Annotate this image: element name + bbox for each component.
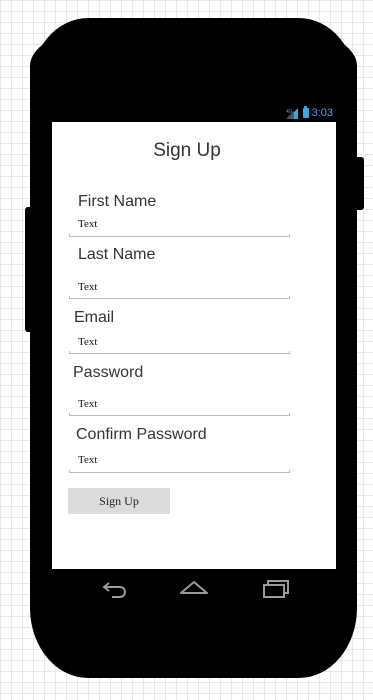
last-name-underline [69, 296, 290, 299]
phone-screen: 4G 3:03 Sign Up First Name Text Last Nam… [52, 104, 336, 569]
back-icon[interactable] [100, 577, 130, 599]
first-name-underline [69, 234, 290, 237]
page-title: Sign Up [153, 140, 221, 161]
email-label: Email [74, 309, 115, 326]
status-time: 3:03 [311, 107, 333, 119]
recents-icon[interactable] [260, 577, 290, 599]
first-name-input[interactable]: Text [78, 218, 97, 230]
last-name-label: Last Name [78, 246, 156, 263]
first-name-label: First Name [78, 193, 157, 210]
email-input[interactable]: Text [78, 336, 97, 348]
navigation-bar [52, 569, 336, 609]
wireframe-canvas: 4G 3:03 Sign Up First Name Text Last Nam… [0, 0, 373, 700]
power-button [356, 157, 364, 210]
home-icon[interactable] [179, 577, 209, 599]
svg-text:4G: 4G [286, 109, 293, 115]
sign-up-button[interactable]: Sign Up [68, 488, 170, 514]
password-input[interactable]: Text [78, 398, 97, 410]
password-label: Password [73, 364, 144, 381]
confirm-password-label: Confirm Password [76, 426, 207, 443]
confirm-password-underline [69, 470, 290, 473]
confirm-password-input[interactable]: Text [78, 454, 97, 466]
email-underline [69, 351, 290, 354]
status-icons: 4G 3:03 [285, 106, 333, 119]
volume-button [25, 207, 32, 332]
last-name-input[interactable]: Text [78, 281, 97, 293]
password-underline [69, 413, 290, 416]
battery-icon [302, 106, 309, 118]
signal-icon: 4G [285, 107, 298, 119]
status-bar: 4G 3:03 [52, 104, 336, 122]
